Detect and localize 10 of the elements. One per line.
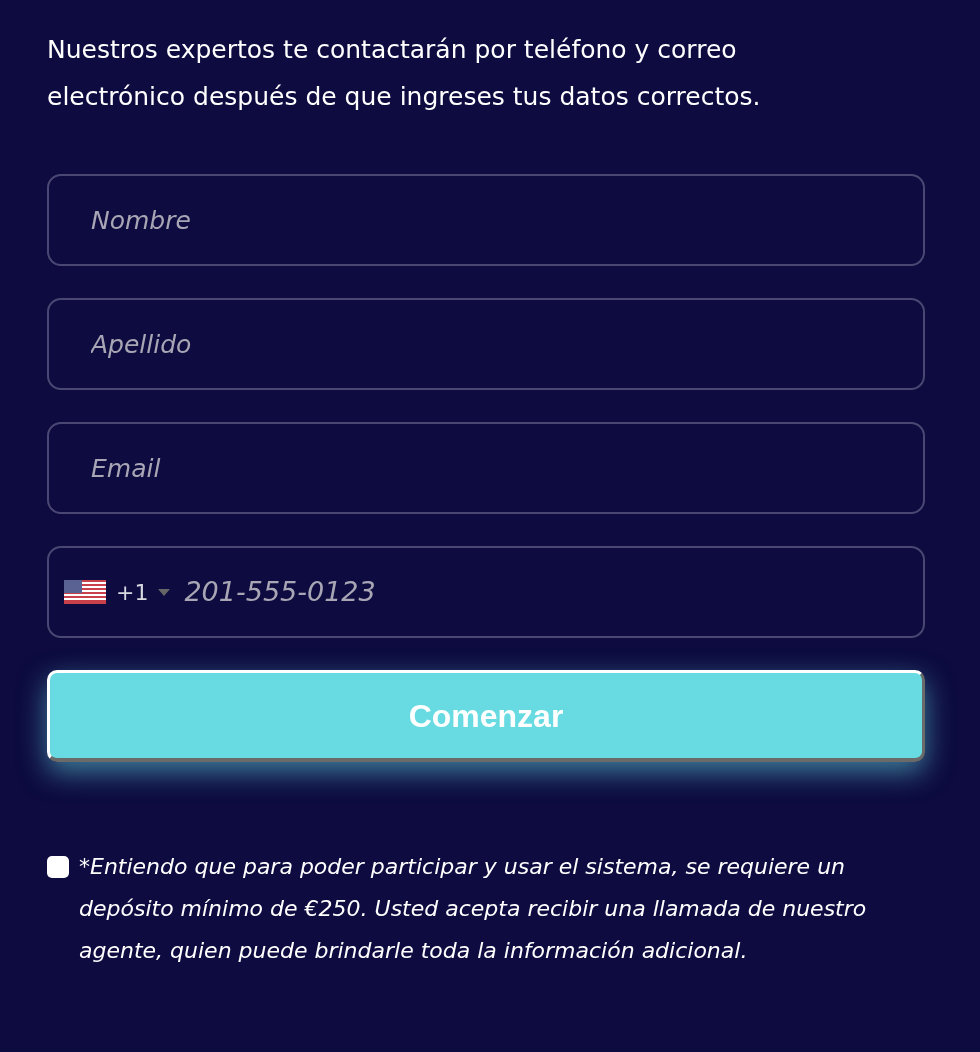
text-input-field[interactable]: Nombre bbox=[47, 174, 925, 266]
text-input-field[interactable]: Email bbox=[47, 422, 925, 514]
consent-text: *Entiendo que para poder participar y usar el sistema, se requiere un depósito mínimo de €250. Usted acepta recibir una llamada de nuestro agente, quien puede brindarle toda la información adicional. bbox=[79, 853, 868, 965]
intro-text: Nuestros expertos te contactarán por teléfono y correo electrónico después de que ingreses tus datos correctos. bbox=[47, 34, 762, 113]
phone-field[interactable]: +1 201-555-0123 bbox=[47, 546, 925, 638]
country-selector[interactable]: +1 bbox=[64, 548, 183, 636]
flag-icon bbox=[64, 580, 106, 604]
consent-checkbox[interactable] bbox=[47, 856, 69, 878]
phone-input[interactable]: 201-555-0123 bbox=[182, 571, 923, 613]
dropdown-caret-icon bbox=[158, 588, 171, 596]
